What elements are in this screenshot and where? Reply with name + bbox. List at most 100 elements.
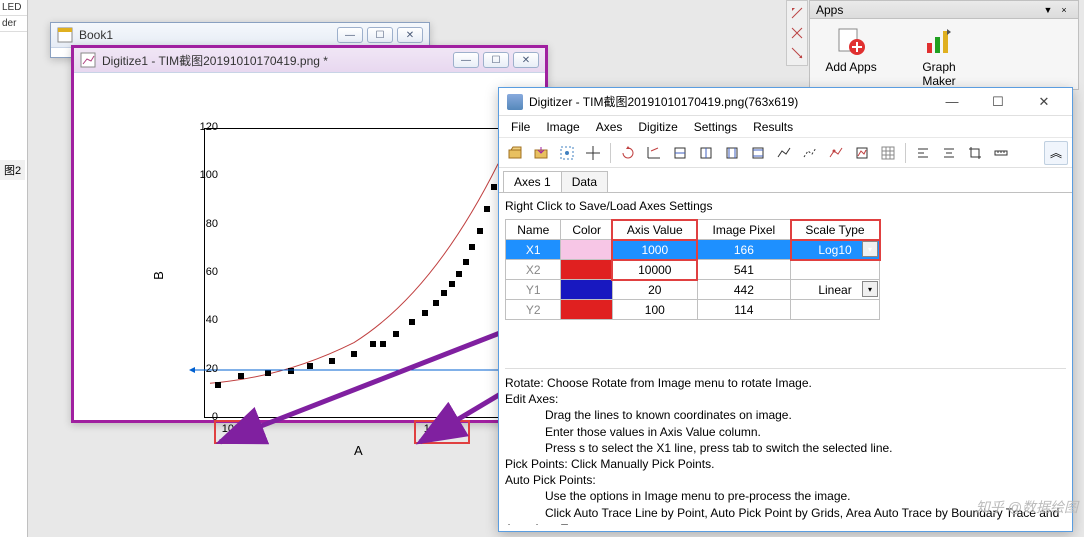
cell-axis-value[interactable]: 1000 — [612, 240, 697, 260]
axis-tick1-button[interactable] — [668, 141, 692, 165]
instr-rotate: Rotate: Choose Rotate from Image menu to… — [505, 375, 1066, 391]
frag-text: der — [0, 16, 27, 32]
x-axis-label: A — [354, 443, 363, 458]
digitizer-titlebar[interactable]: Digitizer - TIM截图20191010170419.png(763x… — [499, 88, 1072, 116]
expand-button[interactable]: ︽ — [1044, 141, 1068, 165]
import-button[interactable] — [529, 141, 553, 165]
close-icon[interactable]: × — [1056, 3, 1072, 17]
cell-image-pixel[interactable]: 166 — [697, 240, 790, 260]
y-tick: 80 — [190, 218, 218, 230]
highlight-10000 — [414, 420, 470, 444]
menu-image[interactable]: Image — [538, 118, 587, 136]
apps-title: Apps — [816, 3, 843, 17]
maximize-button[interactable]: ☐ — [978, 89, 1018, 115]
cell-image-pixel[interactable]: 442 — [697, 280, 790, 300]
crosshair-button[interactable] — [581, 141, 605, 165]
crop-button[interactable] — [963, 141, 987, 165]
minimize-button[interactable]: — — [453, 52, 479, 68]
tab-axes-1[interactable]: Axes 1 — [503, 171, 562, 192]
table-row[interactable]: Y2100114 — [506, 300, 880, 320]
rotate-button[interactable] — [616, 141, 640, 165]
menu-settings[interactable]: Settings — [686, 118, 745, 136]
graph-maker-icon — [923, 25, 955, 57]
col-scale-type: Scale Type — [791, 220, 880, 240]
toolbar: ︽ — [499, 138, 1072, 168]
y-tick: 120 — [190, 121, 218, 133]
cell-image-pixel[interactable]: 541 — [697, 260, 790, 280]
hint-text: Right Click to Save/Load Axes Settings — [505, 199, 1066, 213]
graph-icon — [80, 52, 96, 68]
cell-scale-type[interactable]: Log10▾ — [791, 240, 880, 260]
menu-axes[interactable]: Axes — [588, 118, 631, 136]
cell-name: X1 — [506, 240, 561, 260]
cell-scale-type[interactable]: Linear▾ — [791, 280, 880, 300]
cell-scale-type[interactable] — [791, 300, 880, 320]
dropdown-icon[interactable]: ▾ — [862, 241, 878, 257]
watermark: 知乎 @数据绘图 — [976, 497, 1078, 517]
close-button[interactable]: ✕ — [513, 52, 539, 68]
cell-image-pixel[interactable]: 114 — [697, 300, 790, 320]
y-tick: 40 — [190, 314, 218, 326]
cell-axis-value[interactable]: 20 — [612, 280, 697, 300]
side-tool-1[interactable] — [787, 3, 807, 23]
digitize-titlebar[interactable]: Digitize1 - TIM截图20191010170419.png * — … — [74, 48, 545, 73]
align-center-button[interactable] — [937, 141, 961, 165]
align-left-button[interactable] — [911, 141, 935, 165]
close-button[interactable]: ✕ — [397, 27, 423, 43]
line-pick-button[interactable] — [772, 141, 796, 165]
menu-file[interactable]: File — [503, 118, 538, 136]
menu-results[interactable]: Results — [745, 118, 801, 136]
cell-scale-type[interactable] — [791, 260, 880, 280]
tab-label[interactable]: 图2 — [0, 160, 25, 180]
table-row[interactable]: X2 10000541 — [506, 260, 880, 280]
instr-pick: Pick Points: Click Manually Pick Points. — [505, 456, 1066, 472]
cell-color[interactable] — [561, 300, 612, 320]
axes-table: NameColorAxis ValueImage PixelScale Type… — [505, 219, 880, 320]
minimize-button[interactable]: — — [337, 27, 363, 43]
book1-title: Book1 — [79, 28, 331, 42]
open-button[interactable] — [503, 141, 527, 165]
area-trace-button[interactable] — [850, 141, 874, 165]
trace-button[interactable] — [824, 141, 848, 165]
minimize-button[interactable]: — — [932, 89, 972, 115]
cell-axis-value[interactable]: 10000 — [612, 260, 697, 280]
ruler-button[interactable] — [989, 141, 1013, 165]
close-button[interactable]: ✕ — [1024, 89, 1064, 115]
apps-panel: Apps ▼ × Add Apps Graph Maker — [809, 0, 1079, 90]
col-color: Color — [561, 220, 612, 240]
y-tick: 100 — [190, 169, 218, 181]
grid-remove-button[interactable] — [876, 141, 900, 165]
table-row[interactable]: X1 1000166Log10▾ — [506, 240, 880, 260]
area-select-button[interactable] — [555, 141, 579, 165]
chart-frame — [204, 128, 514, 418]
cell-color[interactable] — [561, 260, 612, 280]
tab-data[interactable]: Data — [561, 171, 608, 192]
axis-x-button[interactable] — [642, 141, 666, 165]
maximize-button[interactable]: ☐ — [483, 52, 509, 68]
graph-maker-item[interactable]: Graph Maker — [904, 25, 974, 88]
col-image-pixel: Image Pixel — [697, 220, 790, 240]
cell-axis-value[interactable]: 100 — [612, 300, 697, 320]
maximize-button[interactable]: ☐ — [367, 27, 393, 43]
digitize-title: Digitize1 - TIM截图20191010170419.png * — [102, 52, 447, 69]
dropdown-icon[interactable]: ▾ — [862, 281, 878, 297]
instr-edit2: Enter those values in Axis Value column. — [545, 424, 1066, 440]
chart-area: B A 020406080100120 100010000 — [154, 128, 534, 458]
axis-tick2-button[interactable] — [694, 141, 718, 165]
pin-icon[interactable]: ▼ — [1040, 3, 1056, 17]
menu-digitize[interactable]: Digitize — [630, 118, 685, 136]
dashed-pick-button[interactable] — [798, 141, 822, 165]
axis-tick4-button[interactable] — [746, 141, 770, 165]
table-row[interactable]: Y120442Linear▾ — [506, 280, 880, 300]
cell-color[interactable] — [561, 280, 612, 300]
side-tool-2[interactable] — [787, 23, 807, 43]
menubar: FileImageAxesDigitizeSettingsResults — [499, 116, 1072, 138]
cell-name: X2 — [506, 260, 561, 280]
cell-color[interactable] — [561, 240, 612, 260]
add-apps-item[interactable]: Add Apps — [816, 25, 886, 88]
digitize-graph-window: Digitize1 - TIM截图20191010170419.png * — … — [71, 45, 548, 423]
instr-edit3: Press s to select the X1 line, press tab… — [545, 440, 1066, 456]
axis-tick3-button[interactable] — [720, 141, 744, 165]
side-tool-3[interactable] — [787, 43, 807, 63]
y-tick: 20 — [190, 363, 218, 375]
